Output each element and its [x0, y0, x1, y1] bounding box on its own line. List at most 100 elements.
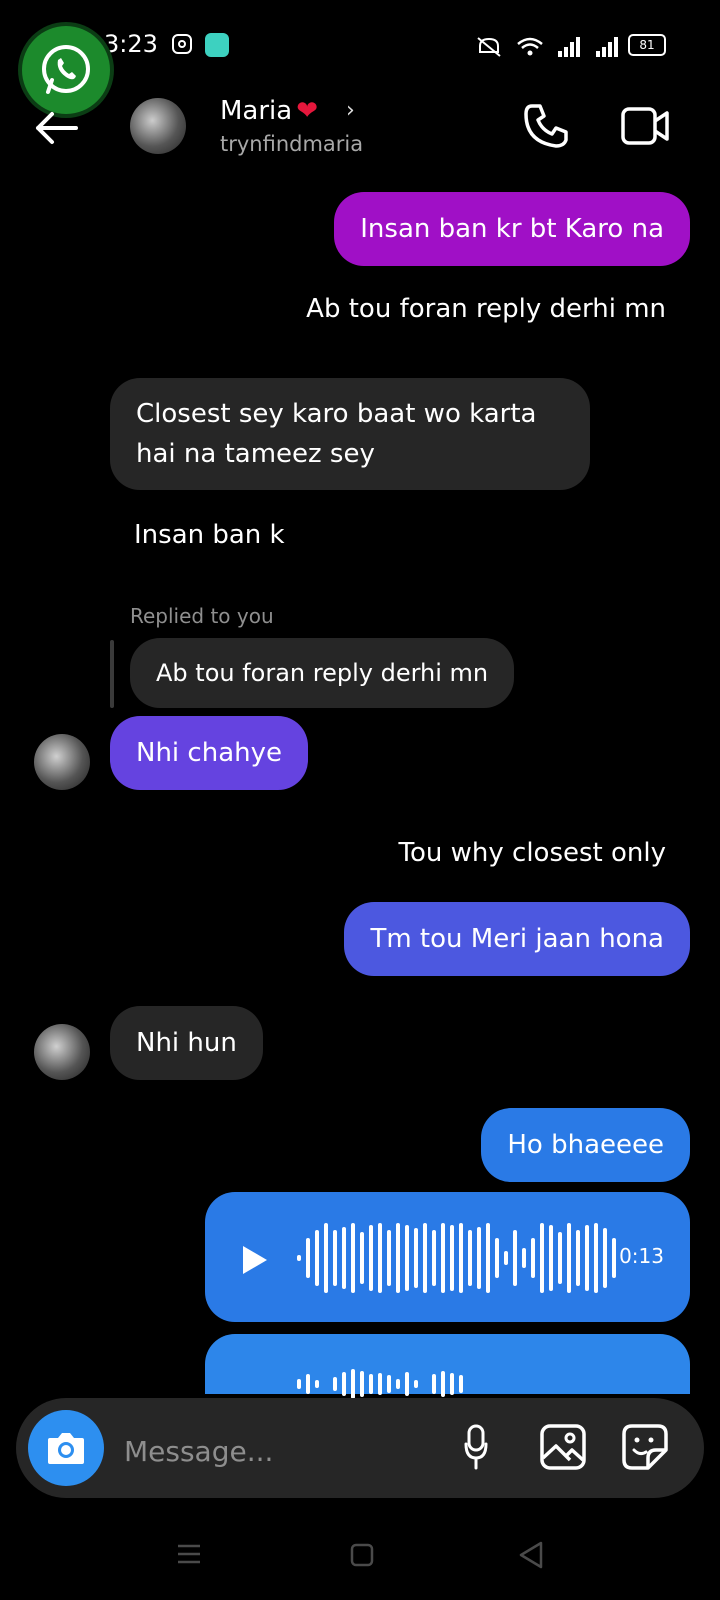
waveform-bar [522, 1248, 526, 1268]
waveform-bar [369, 1225, 373, 1291]
waveform-bar [567, 1223, 571, 1293]
play-icon[interactable] [241, 1244, 269, 1276]
waveform-bar [324, 1223, 328, 1293]
whatsapp-bubble[interactable] [22, 26, 110, 114]
waveform-bar [576, 1230, 580, 1286]
message-input[interactable] [122, 1430, 426, 1472]
waveform-bar [612, 1238, 616, 1278]
message-sent-text[interactable]: Tou why closest only [399, 838, 666, 868]
heart-emoji: ❤ [296, 96, 319, 126]
waveform-bar [495, 1238, 499, 1278]
wifi-icon [517, 37, 543, 56]
contact-username: trynfindmaria [220, 132, 364, 156]
message-received-text[interactable]: Insan ban k [134, 520, 285, 550]
waveform-bar [513, 1230, 517, 1286]
waveform-bar [585, 1225, 589, 1291]
gallery-icon[interactable] [540, 1424, 586, 1470]
camera-button[interactable] [28, 1410, 104, 1486]
reply-label: Replied to you [130, 604, 274, 628]
waveform-bar [315, 1380, 319, 1388]
waveform-bar [468, 1230, 472, 1286]
voice-message-partial[interactable] [205, 1334, 690, 1399]
message-sent[interactable]: Ho bhaeeee [481, 1108, 690, 1182]
waveform-bar [351, 1223, 355, 1293]
waveform-bar [432, 1374, 436, 1394]
waveform-bar [441, 1371, 445, 1397]
phone-icon[interactable] [522, 102, 570, 150]
sticker-icon[interactable] [622, 1424, 668, 1470]
quoted-message[interactable]: Ab tou foran reply derhi mn [130, 638, 515, 708]
whatsapp-icon [42, 45, 90, 94]
message-sent[interactable]: Tm tou Meri jaan hona [344, 902, 690, 976]
back-arrow-icon[interactable] [32, 108, 80, 148]
waveform-bar [540, 1223, 544, 1293]
message-sent[interactable]: Insan ban kr bt Karo na [334, 192, 690, 266]
waveform-bar [396, 1379, 400, 1389]
signal-icon-2 [596, 37, 618, 57]
waveform-bar [450, 1225, 454, 1291]
signal-icon [558, 37, 580, 57]
waveform-bar [459, 1223, 463, 1293]
sender-avatar[interactable] [34, 734, 90, 790]
instagram-icon [172, 34, 192, 54]
waveform-bar [405, 1225, 409, 1291]
waveform-bar [459, 1375, 463, 1393]
message-line: hai na tameez sey [136, 439, 375, 469]
video-camera-icon[interactable] [620, 104, 670, 148]
chevron-right-icon[interactable]: › [346, 98, 355, 123]
waveform-bar [306, 1374, 310, 1394]
waveform-bar [432, 1230, 436, 1286]
waveform-bar [441, 1223, 445, 1293]
message-received[interactable]: Nhi hun [110, 1006, 263, 1080]
reply-bar [110, 640, 114, 708]
waveform-bar [333, 1230, 337, 1286]
voice-waveform[interactable] [297, 1216, 616, 1300]
status-time: 3:23 [104, 30, 158, 58]
status-icons [474, 36, 620, 58]
nav-home-icon[interactable] [350, 1543, 374, 1567]
waveform-bar [378, 1373, 382, 1395]
waveform-bar [297, 1379, 301, 1389]
waveform-bar [450, 1373, 454, 1395]
voice-message[interactable]: 0:13 [205, 1192, 690, 1322]
waveform-bar [423, 1223, 427, 1293]
message-received[interactable]: Closest sey karo baat wo karta hai na ta… [110, 378, 590, 490]
camera-icon [48, 1433, 84, 1464]
microphone-icon[interactable] [464, 1424, 488, 1470]
waveform-bar [315, 1230, 319, 1286]
app-notification-icon [205, 33, 229, 57]
waveform-bar [477, 1227, 481, 1289]
mute-icon [477, 37, 501, 57]
waveform-bar [558, 1232, 562, 1284]
waveform-bar [504, 1251, 508, 1265]
waveform-bar [405, 1372, 409, 1396]
waveform-bar [378, 1223, 382, 1293]
waveform-bar [351, 1369, 355, 1399]
waveform-bar [360, 1371, 364, 1397]
nav-back-icon[interactable] [518, 1541, 544, 1569]
waveform-bar [387, 1230, 391, 1286]
message-sent-text[interactable]: Ab tou foran reply derhi mn [306, 294, 666, 324]
battery-indicator: 81 [628, 34, 666, 56]
waveform-bar [342, 1227, 346, 1289]
waveform-bar [396, 1223, 400, 1293]
waveform-bar [414, 1228, 418, 1288]
waveform-bar [369, 1374, 373, 1394]
contact-name[interactable]: Maria ❤ [220, 96, 318, 126]
message-received[interactable]: Nhi chahye [110, 716, 308, 790]
waveform-bar [342, 1372, 346, 1396]
sender-avatar[interactable] [34, 1024, 90, 1080]
waveform-bar [306, 1238, 310, 1278]
contact-avatar[interactable] [130, 98, 186, 154]
message-line: Closest sey karo baat wo karta [136, 399, 537, 429]
waveform-bar [486, 1223, 490, 1293]
voice-duration: 0:13 [619, 1244, 664, 1268]
waveform-bar [603, 1228, 607, 1288]
nav-menu-icon[interactable] [176, 1543, 202, 1565]
waveform-bar [333, 1377, 337, 1391]
waveform-bar [549, 1225, 553, 1291]
waveform-bar [360, 1232, 364, 1284]
waveform-bar [594, 1223, 598, 1293]
waveform-bar [531, 1238, 535, 1278]
waveform-bar [414, 1380, 418, 1388]
